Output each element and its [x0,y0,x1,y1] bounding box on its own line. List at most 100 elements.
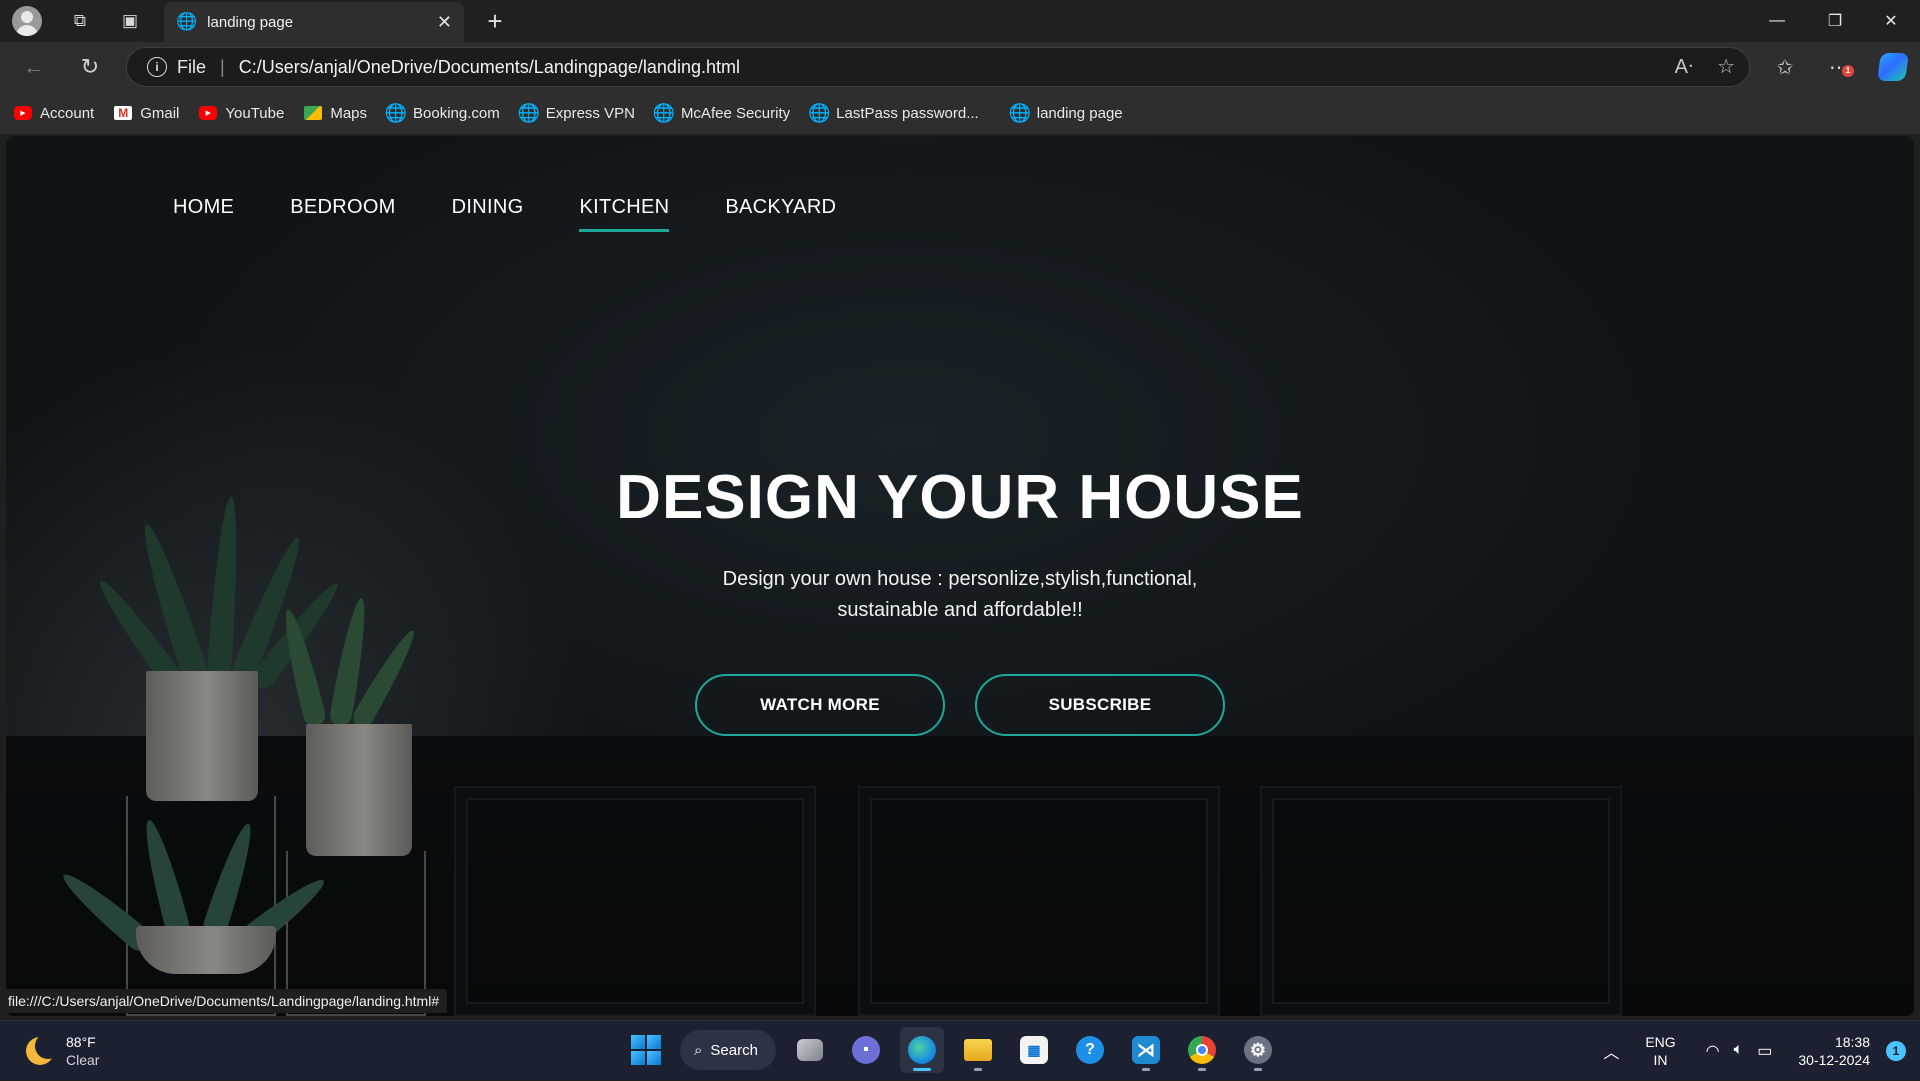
bookmark-lastpass[interactable]: 🌐 LastPass password... [807,102,979,123]
chrome-icon[interactable] [1180,1027,1224,1073]
nav-backyard[interactable]: BACKYARD [725,196,836,232]
bookmark-label: Express VPN [545,104,635,122]
watch-more-button[interactable]: WATCH MORE [695,674,945,736]
bookmark-label: Account [40,104,95,122]
tab-title: landing page [207,13,294,31]
taskbar-search[interactable]: ⌕ Search [680,1030,776,1070]
bookmark-mcafee[interactable]: 🌐 McAfee Security [652,102,791,123]
close-tab-icon[interactable]: ✕ [437,12,452,33]
file-explorer-icon[interactable] [956,1027,1000,1073]
language-code: ENG [1645,1034,1676,1050]
bookmark-label: landing page [1036,104,1123,122]
bookmark-express-vpn[interactable]: 🌐 Express VPN [517,102,635,123]
page-viewport: HOME BEDROOM DINING KITCHEN BACKYARD DES… [6,136,1914,1016]
read-aloud-icon[interactable]: Aᐧ [1675,54,1693,79]
bookmark-label: Maps [330,104,368,122]
bookmarks-bar: ▶ Account M Gmail ▶ YouTube Maps 🌐 Booki… [0,92,1920,134]
teams-chat-icon[interactable]: ▪ [844,1027,888,1073]
bookmark-label: McAfee Security [680,104,791,122]
wall-panel [454,786,816,1016]
settings-gear-icon[interactable]: ⚙ [1236,1027,1280,1073]
weather-temp: 88°F [66,1034,96,1050]
bookmark-gmail[interactable]: M Gmail [114,105,179,122]
vertical-tabs-icon[interactable]: ▣ [112,3,148,39]
bookmark-account[interactable]: ▶ Account [14,105,94,122]
bookmark-booking[interactable]: 🌐 Booking.com [384,102,500,123]
globe-icon: 🌐 [807,102,831,123]
system-tray: ︿ ENG IN ◠ 🔈︎ ▭ 18:38 30-12-2024 1 [1603,1021,1920,1081]
browser-toolbar: ← ↻ i File | C:/Users/anjal/OneDrive/Doc… [0,42,1920,92]
bookmark-label: Gmail [140,104,180,122]
profile-avatar-icon[interactable] [12,6,42,36]
hero-title: DESIGN YOUR HOUSE [616,463,1304,532]
hero-subtitle: Design your own house : personlize,styli… [6,564,1914,626]
bookmark-label: LastPass password... [836,104,979,122]
close-window-icon[interactable]: ✕ [1862,0,1920,42]
favorite-star-icon[interactable]: ☆ [1717,54,1735,79]
volume-icon[interactable]: 🔈︎ [1734,1041,1744,1061]
microsoft-store-icon[interactable]: ▦ [1012,1027,1056,1073]
status-bar-url: file:///C:/Users/anjal/OneDrive/Document… [0,989,448,1013]
refresh-icon[interactable]: ↻ [72,50,108,84]
address-bar[interactable]: i File | C:/Users/anjal/OneDrive/Documen… [126,47,1750,87]
nav-bedroom[interactable]: BEDROOM [290,196,395,232]
globe-icon: 🌐 [176,12,198,31]
search-label: Search [710,1041,758,1059]
globe-icon: 🌐 [517,102,540,123]
chevron-up-icon[interactable]: ︿ [1603,1039,1619,1063]
bookmark-landing-page[interactable]: 🌐 landing page [1008,102,1123,123]
more-options-icon[interactable]: ⋯ 1 [1812,55,1866,80]
clock[interactable]: 18:38 30-12-2024 [1798,1033,1870,1069]
vscode-icon[interactable]: ⋊ [1124,1027,1168,1073]
globe-icon: 🌐 [652,102,676,123]
subscribe-button[interactable]: SUBSCRIBE [975,674,1225,736]
taskbar-apps: ⌕ Search ▪ ▦ ? ⋊ ⚙ [624,1027,1280,1073]
notification-badge: 1 [1842,64,1854,77]
nav-kitchen[interactable]: KITCHEN [579,196,670,232]
nav-home[interactable]: HOME [173,196,234,232]
bookmark-youtube[interactable]: ▶ YouTube [199,105,284,122]
hero-subtitle-line: sustainable and affordable!! [837,599,1083,621]
language-indicator[interactable]: ENG IN [1645,1033,1675,1069]
restore-icon[interactable]: ❐ [1806,0,1864,42]
workspaces-icon[interactable]: ⧉ [62,3,98,39]
start-button[interactable] [624,1027,668,1073]
task-view-icon[interactable] [788,1027,832,1073]
youtube-icon: ▶ [14,106,32,120]
clock-time: 18:38 [1834,1034,1870,1050]
notification-count-badge[interactable]: 1 [1886,1041,1906,1061]
moon-icon [26,1033,61,1065]
minimize-icon[interactable]: — [1748,0,1806,42]
copilot-icon[interactable] [1866,53,1920,81]
favorites-icon[interactable]: ✩ [1758,55,1812,80]
address-scheme: File [177,56,207,77]
browser-tab[interactable]: 🌐 landing page ✕ [164,2,464,42]
globe-icon: 🌐 [1008,102,1031,123]
youtube-icon: ▶ [199,106,218,120]
bookmark-maps[interactable]: Maps [304,105,367,122]
search-icon: ⌕ [694,1041,703,1059]
weather-widget[interactable]: 88°F Clear [26,1033,99,1069]
globe-icon: 🌐 [384,102,408,123]
back-icon[interactable]: ← [16,50,52,84]
battery-icon[interactable]: ▭ [1757,1041,1772,1061]
wall-panel [1260,786,1622,1016]
site-info-icon[interactable]: i [147,57,167,77]
wall-panel [858,786,1220,1016]
main-nav: HOME BEDROOM DINING KITCHEN BACKYARD [173,196,836,232]
get-help-icon[interactable]: ? [1068,1027,1112,1073]
nav-dining[interactable]: DINING [452,196,524,232]
maps-icon [304,106,323,120]
edge-browser-icon[interactable] [900,1027,944,1073]
gmail-icon: M [114,106,133,120]
weather-condition: Clear [66,1052,100,1068]
hero-subtitle-line: Design your own house : personlize,styli… [722,568,1198,590]
new-tab-icon[interactable]: + [478,4,512,38]
language-region: IN [1653,1052,1668,1068]
wifi-icon[interactable]: ◠ [1706,1041,1720,1061]
bookmark-label: YouTube [225,104,285,122]
taskbar: 88°F Clear ⌕ Search ▪ ▦ ? ⋊ ⚙ ︿ ENG IN ◠… [0,1020,1920,1080]
address-url[interactable]: C:/Users/anjal/OneDrive/Documents/Landin… [239,57,740,78]
clock-date: 30-12-2024 [1798,1052,1870,1068]
bookmark-label: Booking.com [413,104,500,122]
